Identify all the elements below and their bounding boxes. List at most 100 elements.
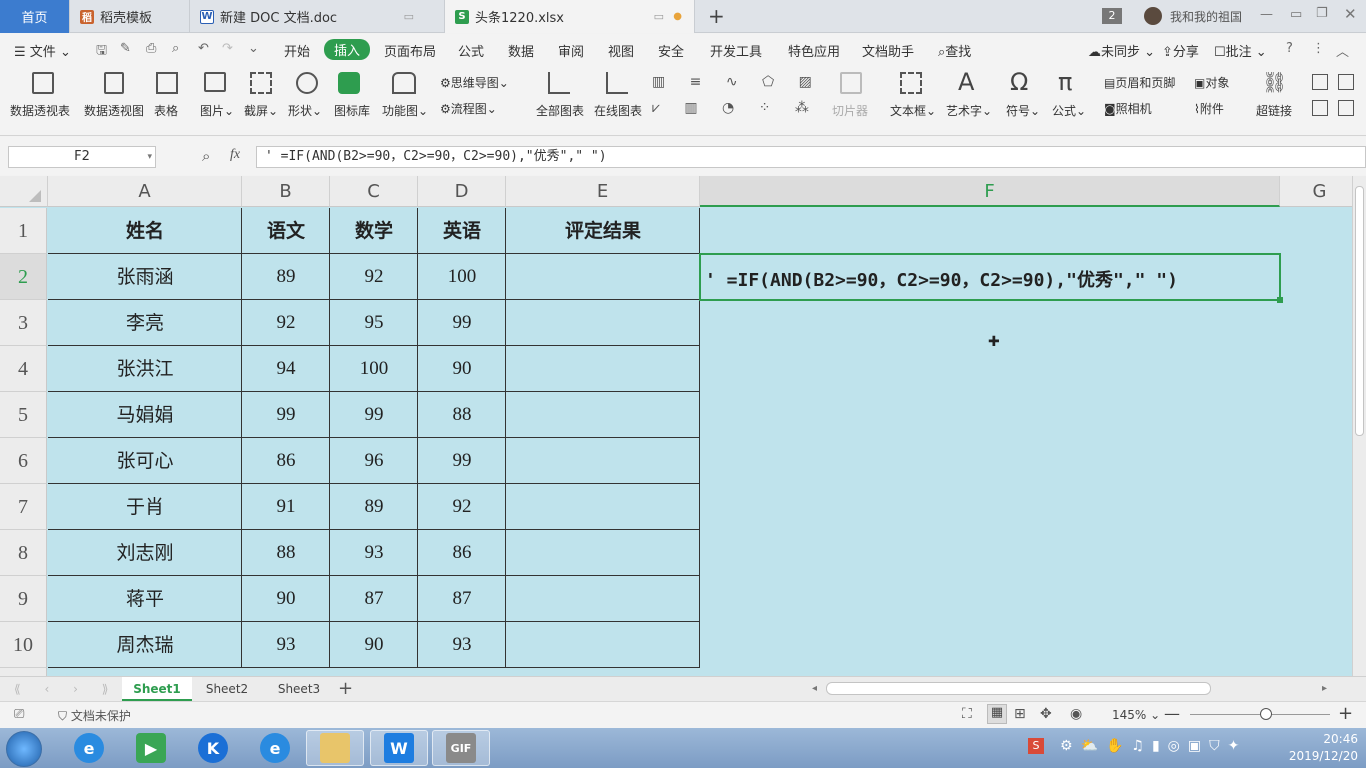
spreadsheet-grid[interactable]: A B C D E F G 1 2 3 4 5 6 7 8 9 10 姓名 语文数… — [0, 176, 1352, 676]
table-cell-result[interactable] — [506, 530, 700, 576]
more-ribbon-icon-3[interactable] — [1338, 74, 1354, 90]
table-cell-math[interactable]: 89 — [330, 484, 418, 530]
column-header-d[interactable]: D — [418, 176, 506, 207]
restore-icon[interactable]: ▭ — [1290, 7, 1302, 22]
zoom-slider-thumb[interactable] — [1260, 708, 1272, 720]
input-method-icon[interactable]: S — [1028, 738, 1044, 754]
table-cell-result[interactable] — [506, 438, 700, 484]
menu-insert[interactable]: 插入 — [324, 39, 371, 60]
header-cell-chinese[interactable]: 语文 — [242, 208, 330, 254]
column-header-a[interactable]: A — [48, 176, 242, 207]
taskbar-ie-2[interactable]: e — [246, 730, 304, 766]
zoom-formula-icon[interactable]: ⌕ — [202, 147, 210, 165]
vertical-scrollbar[interactable] — [1352, 176, 1366, 676]
close-icon[interactable]: ✕ — [1344, 5, 1357, 23]
user-name[interactable]: 我和我的祖国 — [1170, 8, 1242, 25]
row-header-5[interactable]: 5 — [0, 392, 47, 438]
clock-date[interactable]: 2019/12/20 — [1280, 749, 1358, 763]
table-cell-math[interactable]: 87 — [330, 576, 418, 622]
horizontal-scroll-thumb[interactable] — [826, 682, 1211, 695]
screenshot-button[interactable]: 截屏⌄ — [244, 102, 278, 119]
table-cell-english[interactable]: 100 — [418, 254, 506, 300]
taskbar-ie-1[interactable]: e — [60, 730, 118, 766]
table-cell-english[interactable]: 99 — [418, 438, 506, 484]
table-cell-english[interactable]: 88 — [418, 392, 506, 438]
row-header-6[interactable]: 6 — [0, 438, 47, 484]
table-cell-math[interactable]: 100 — [330, 346, 418, 392]
table-button[interactable]: 表格 — [154, 102, 178, 119]
table-cell-name[interactable]: 张雨涵 — [48, 254, 242, 300]
table-cell-english[interactable]: 90 — [418, 346, 506, 392]
menu-developer[interactable]: 开发工具 — [710, 41, 762, 60]
fill-handle[interactable] — [1277, 297, 1283, 303]
table-cell-result[interactable] — [506, 622, 700, 668]
symbol-button[interactable]: 符号⌄ — [1006, 102, 1040, 119]
zoom-level[interactable]: 145% ⌄ — [1112, 708, 1160, 722]
row-header-9[interactable]: 9 — [0, 576, 47, 622]
scroll-left-icon[interactable]: ◂ — [812, 677, 817, 701]
new-tab-plus-icon[interactable]: + — [708, 4, 725, 28]
tab-docer-template[interactable]: 稻稻壳模板 — [70, 0, 190, 33]
table-cell-math[interactable]: 95 — [330, 300, 418, 346]
collapse-ribbon-icon[interactable]: ︿ — [1336, 41, 1349, 60]
table-cell-result[interactable] — [506, 484, 700, 530]
table-cell-math[interactable]: 96 — [330, 438, 418, 484]
table-cell-english[interactable]: 93 — [418, 622, 506, 668]
table-cell-english[interactable]: 99 — [418, 300, 506, 346]
row-header-1[interactable]: 1 — [0, 208, 47, 254]
table-cell-math[interactable]: 99 — [330, 392, 418, 438]
pivot-table-button[interactable]: 数据透视表 — [10, 102, 70, 119]
table-cell-math[interactable]: 92 — [330, 254, 418, 300]
quick-access-dropdown-icon[interactable]: ⌄ — [248, 41, 259, 56]
chart-type-icons-row2[interactable]: ⩗ ▥ ◔ ⁘ ⁂ — [652, 100, 819, 116]
function-chart-button[interactable]: 功能图⌄ — [382, 102, 428, 119]
row-header-3[interactable]: 3 — [0, 300, 47, 346]
table-cell-chinese[interactable]: 88 — [242, 530, 330, 576]
table-cell-chinese[interactable]: 89 — [242, 254, 330, 300]
fx-icon[interactable]: fx — [230, 147, 240, 163]
save-icon[interactable]: 🖫 — [96, 41, 107, 63]
active-cell-f2[interactable]: ' =IF(AND(B2>=90，C2>=90，C2>=90),"优秀"," "… — [699, 253, 1283, 303]
taskbar-gif-recorder[interactable]: GIF — [432, 730, 490, 766]
reading-mode-icon[interactable]: ✥ — [1040, 706, 1052, 722]
taskbar-media-player[interactable]: ▶ — [122, 730, 180, 766]
table-cell-chinese[interactable]: 94 — [242, 346, 330, 392]
column-header-e[interactable]: E — [506, 176, 700, 207]
menu-special[interactable]: 特色应用 — [788, 41, 840, 60]
row-header-10[interactable]: 10 — [0, 622, 47, 668]
format-painter-icon[interactable]: ✎ — [120, 41, 131, 56]
table-cell-name[interactable]: 蒋平 — [48, 576, 242, 622]
taskbar-wps[interactable]: W — [370, 730, 428, 766]
zoom-out-icon[interactable]: — — [1164, 704, 1180, 723]
sheet-tab-2[interactable]: Sheet2 — [194, 677, 260, 701]
column-header-c[interactable]: C — [330, 176, 418, 207]
table-cell-result[interactable] — [506, 300, 700, 346]
table-cell-name[interactable]: 张洪江 — [48, 346, 242, 392]
table-cell-name[interactable]: 周杰瑞 — [48, 622, 242, 668]
table-cell-name[interactable]: 刘志刚 — [48, 530, 242, 576]
slicer-button[interactable]: 切片器 — [832, 102, 868, 119]
clock-time[interactable]: 20:46 — [1298, 732, 1358, 746]
help-icon[interactable]: ? — [1286, 41, 1293, 56]
table-cell-chinese[interactable]: 92 — [242, 300, 330, 346]
tab-xlsx-file[interactable]: S 头条1220.xlsx ▭ ● — [445, 0, 695, 33]
menu-start[interactable]: 开始 — [284, 41, 310, 60]
more-ribbon-icon-4[interactable] — [1338, 100, 1354, 116]
menu-formula[interactable]: 公式 — [458, 41, 484, 60]
table-cell-math[interactable]: 93 — [330, 530, 418, 576]
taskbar-explorer[interactable] — [306, 730, 364, 766]
name-box[interactable]: F2 ▾ — [8, 146, 156, 168]
row-header-4[interactable]: 4 — [0, 346, 47, 392]
row-header-8[interactable]: 8 — [0, 530, 47, 576]
more-icon[interactable]: ⋮ — [1312, 41, 1325, 56]
online-chart-button[interactable]: 在线图表 — [594, 102, 642, 119]
more-ribbon-icon[interactable] — [1312, 74, 1328, 90]
more-ribbon-icon-2[interactable] — [1312, 100, 1328, 116]
table-cell-result[interactable] — [506, 392, 700, 438]
menu-view[interactable]: 视图 — [608, 41, 634, 60]
comment-button[interactable]: ☐批注 ⌄ — [1214, 41, 1267, 60]
table-cell-name[interactable]: 李亮 — [48, 300, 242, 346]
row-header-2[interactable]: 2 — [0, 254, 47, 300]
insert-formula-button[interactable]: 公式⌄ — [1052, 102, 1086, 119]
sheet-tab-3[interactable]: Sheet3 — [266, 677, 332, 701]
